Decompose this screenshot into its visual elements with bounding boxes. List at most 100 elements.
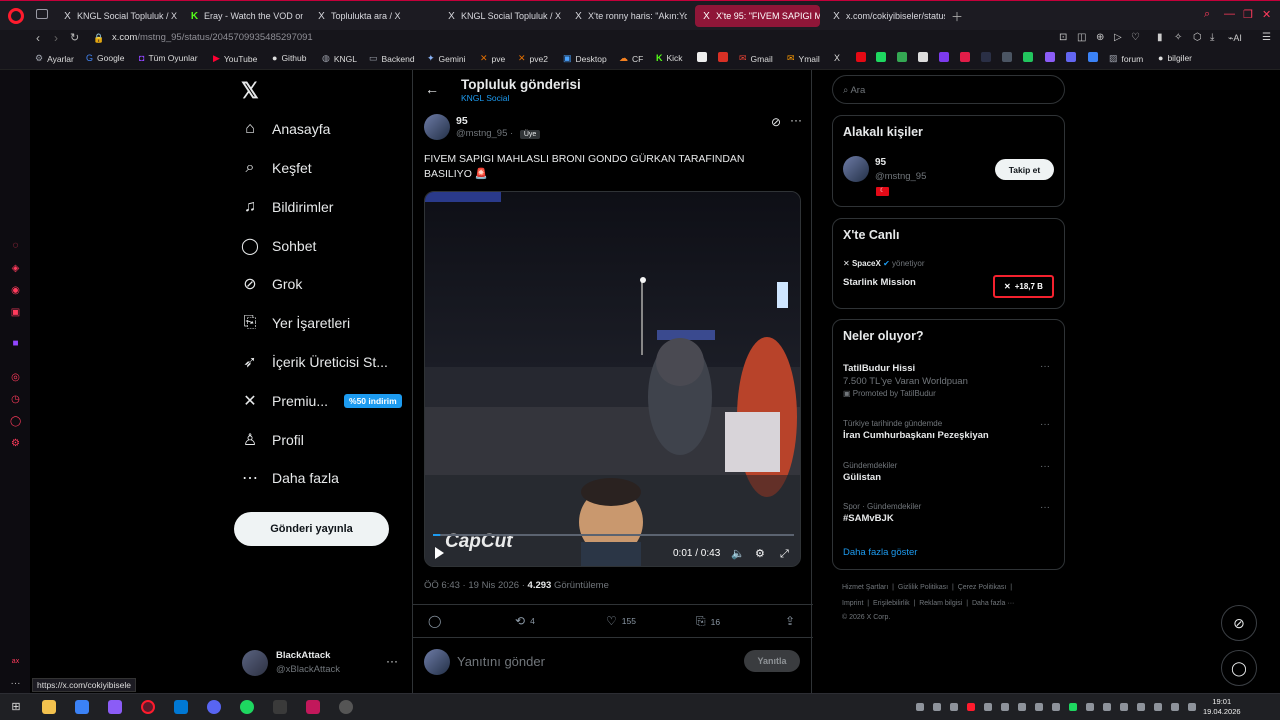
- live-title[interactable]: Starlink Mission: [843, 277, 916, 288]
- like-button[interactable]: ♡ 155: [606, 614, 636, 628]
- bookmark-icon-item[interactable]: [1088, 52, 1098, 62]
- post-more-icon[interactable]: ···: [790, 113, 802, 127]
- show-more-link[interactable]: Daha fazla göster: [843, 547, 917, 558]
- bookmark-item[interactable]: ● Github: [272, 53, 306, 63]
- bookmark-icon-item[interactable]: [697, 52, 707, 62]
- account-switcher[interactable]: BlackAttack @xBlackAttack ···: [242, 650, 402, 686]
- share-button[interactable]: ⇪: [785, 614, 795, 628]
- twitch-icon[interactable]: ■: [10, 338, 21, 349]
- discord-icon[interactable]: [207, 700, 221, 714]
- history-icon[interactable]: ◷: [10, 394, 21, 405]
- more-dots-icon[interactable]: ···: [1040, 419, 1050, 430]
- author-handle[interactable]: @mstng_95 · Üye: [456, 128, 541, 139]
- bookmark-icon-item[interactable]: [981, 52, 991, 62]
- follow-button[interactable]: Takip et: [995, 159, 1054, 180]
- browser-tab[interactable]: X KNGL Social Topluluk / X: [56, 5, 184, 27]
- reply-submit-button[interactable]: Yanıtla: [744, 650, 800, 672]
- volume-icon[interactable]: 🔈: [731, 547, 745, 560]
- bookmark-icon-item[interactable]: [1066, 52, 1076, 62]
- extensions-icon[interactable]: ✧: [1174, 32, 1182, 43]
- bookmark-item[interactable]: ● bilgiler: [1158, 53, 1192, 63]
- browser-tab[interactable]: X X'te ronny haris: "Akın:Yo: [567, 5, 687, 27]
- nav-item-more[interactable]: ⋯ Daha fazla: [240, 460, 339, 496]
- back-arrow-icon[interactable]: ‹: [36, 31, 40, 45]
- settings-icon[interactable]: ⚙: [10, 438, 21, 449]
- nav-item-explore[interactable]: ⌕ Keşfet: [240, 150, 312, 186]
- screenshot-icon[interactable]: ⊡: [1059, 32, 1067, 43]
- browser-tab-active[interactable]: X X'te 95: "FIVEM SAPIGI M: [695, 5, 820, 27]
- browser-tab[interactable]: X KNGL Social Topluluk / X: [440, 5, 568, 27]
- opera-taskbar-icon[interactable]: [141, 700, 155, 714]
- nav-item-home[interactable]: ⌂ Anasayfa: [240, 111, 330, 147]
- url-field[interactable]: x.com/mstng_95/status/204570993548529709…: [112, 32, 313, 43]
- messages-fab-icon[interactable]: ◯: [1221, 650, 1257, 686]
- forward-arrow-icon[interactable]: ›: [54, 31, 58, 45]
- bookmark-item[interactable]: G Google: [86, 53, 124, 63]
- app-icon[interactable]: [75, 700, 89, 714]
- vscode-icon[interactable]: [174, 700, 188, 714]
- nav-item-grok[interactable]: ⊘ Grok: [240, 266, 302, 302]
- bookmark-item[interactable]: ✕ pve: [480, 53, 505, 64]
- bookmark-item[interactable]: ◍ KNGL: [322, 53, 357, 64]
- bookmark-item[interactable]: ▨ forum: [1109, 53, 1143, 64]
- tray-icon[interactable]: [1001, 703, 1009, 711]
- trend-item[interactable]: Türkiye tarihinde gündemde İran Cumhurba…: [843, 419, 1058, 441]
- tray-icon[interactable]: [967, 703, 975, 711]
- back-arrow-icon[interactable]: ←: [425, 81, 439, 97]
- bookmark-item[interactable]: ✉ Ymail: [787, 53, 820, 64]
- heart-icon[interactable]: ♡: [1131, 32, 1140, 43]
- network-icon[interactable]: [1154, 703, 1162, 711]
- tray-icon[interactable]: [1018, 703, 1026, 711]
- app-icon[interactable]: [273, 700, 287, 714]
- windows-start-icon[interactable]: ⊞: [9, 700, 23, 714]
- related-name[interactable]: 95: [875, 157, 886, 168]
- taskbar-clock[interactable]: 19:01 19.04.2026: [1203, 697, 1241, 717]
- tray-icon[interactable]: [1086, 703, 1094, 711]
- search-input[interactable]: ⌕ Ara: [832, 75, 1065, 104]
- cube-icon[interactable]: ⬡: [1193, 32, 1202, 43]
- bookmark-button[interactable]: ⎘ 16: [696, 614, 720, 629]
- trend-item[interactable]: Gündemdekiler Gülistan ···: [843, 461, 1058, 483]
- more-dots-icon[interactable]: ···: [1040, 361, 1050, 372]
- steam-icon[interactable]: [339, 700, 353, 714]
- ax-icon[interactable]: ax: [10, 656, 21, 667]
- tab-islands-icon[interactable]: [36, 9, 48, 19]
- download-icon[interactable]: ⤓: [1210, 32, 1214, 43]
- new-tab-plus-icon[interactable]: ＋: [951, 8, 963, 25]
- bookmark-icon-item[interactable]: [939, 52, 949, 62]
- play-icon[interactable]: ▷: [1114, 32, 1122, 43]
- bookmark-item[interactable]: ✦ Gemini: [427, 53, 465, 64]
- grok-explain-icon[interactable]: ⊘: [771, 115, 781, 129]
- community-link[interactable]: KNGL Social: [461, 93, 509, 103]
- bookmark-icon-item[interactable]: [960, 52, 970, 62]
- bookmark-item[interactable]: ☁ CF: [619, 53, 643, 64]
- bookmark-icon-item[interactable]: [897, 52, 907, 62]
- live-listeners-badge[interactable]: ✕ +18,7 B: [993, 275, 1054, 298]
- menu-icon[interactable]: ☰: [1262, 32, 1271, 43]
- whatsapp-icon[interactable]: ◉: [10, 285, 21, 296]
- maximize-icon[interactable]: ❐: [1243, 8, 1253, 21]
- bookmark-folder[interactable]: ▭ Backend: [369, 53, 415, 64]
- volume-icon[interactable]: [1171, 703, 1179, 711]
- bookmark-icon-item[interactable]: [1023, 52, 1033, 62]
- fullscreen-icon[interactable]: ⤢: [780, 547, 789, 560]
- nav-item-bookmarks[interactable]: ⎘ Yer İşaretleri: [240, 305, 350, 341]
- nav-item-notifications[interactable]: ♫ Bildirimler: [240, 189, 333, 225]
- chat-icon[interactable]: ◯: [10, 416, 21, 427]
- tray-icon[interactable]: [1035, 703, 1043, 711]
- bookmark-icon-item[interactable]: [718, 52, 728, 62]
- reload-icon[interactable]: ↻: [70, 31, 79, 44]
- tray-icon[interactable]: [1137, 703, 1145, 711]
- bookmark-item[interactable]: K Kick: [656, 53, 683, 63]
- more-icon[interactable]: ···: [10, 678, 21, 689]
- nav-item-profile[interactable]: ♙ Profil: [240, 422, 304, 458]
- video-player[interactable]: CapCut 0:01 / 0:43 🔈 ⚙ ⤢: [424, 191, 801, 567]
- nav-item-chat[interactable]: ◯ Sohbet: [240, 228, 316, 264]
- tray-icon[interactable]: [950, 703, 958, 711]
- bookmark-icon-item[interactable]: [1002, 52, 1012, 62]
- close-icon[interactable]: ✕: [1262, 8, 1271, 21]
- player-icon[interactable]: ◎: [10, 372, 21, 383]
- tray-icon[interactable]: [916, 703, 924, 711]
- author-avatar[interactable]: [424, 114, 450, 140]
- tray-icon[interactable]: [1052, 703, 1060, 711]
